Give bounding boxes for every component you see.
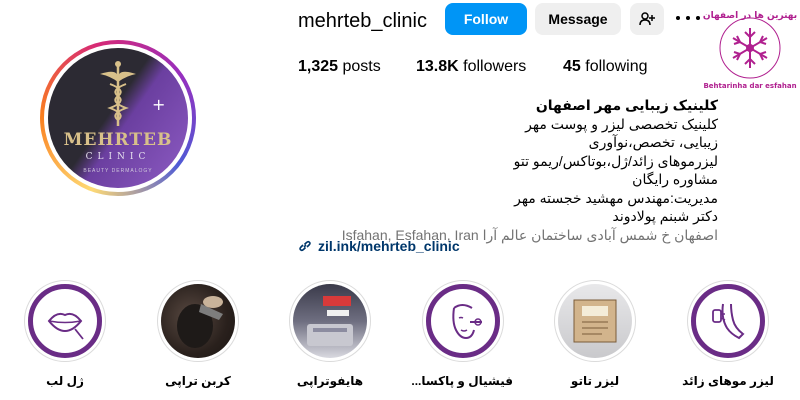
logo-tagline: BEAUTY DERMALOGY [83,168,153,174]
facial-icon [452,304,482,340]
bio-name: کلینیک زیبایی مهر اصفهان [535,97,718,113]
highlight-cover-inner [28,284,102,358]
highlight-laser-tattoo[interactable]: لیزر تاتو [545,280,645,388]
posts-label: posts [342,58,381,75]
followers-stat[interactable]: 13.8K followers [416,58,526,76]
hifu-device-photo-icon [307,296,353,346]
face-mask-photo-icon [177,296,223,348]
bio-line: لیزرموهای زائد/ژل،بوتاکس/ریمو تتو [513,152,718,169]
bio-line: مدیریت:مهندس مهشید خجسته مهر [514,189,718,206]
highlight-lip-gel[interactable]: ژل لب [15,280,115,388]
highlight-label: لیزر تاتو [570,374,620,388]
bio-line: کلینیک تخصصی لیزر و پوست مهر [525,115,718,132]
caduceus-logo-icon: + [100,61,165,126]
profile-picture-frame: + MEHRTEB CLINIC BEAUTY DERMALOGY [44,44,192,192]
highlight-cover-inner [426,284,500,358]
highlight-cover[interactable] [554,280,636,362]
highlight-cover[interactable] [24,280,106,362]
suggested-users-button[interactable] [630,3,664,35]
posts-count: 1,325 [298,58,339,75]
svg-text:+: + [152,95,165,114]
laser-tattoo-photo [558,284,632,358]
add-person-icon [639,12,655,26]
bio-link[interactable]: zil.ink/mehrteb_clinic [298,238,460,254]
bio-line: مشاوره رایگان [632,171,718,187]
profile-bio: کلینیک زیبایی مهر اصفهان کلینیک تخصصی لی… [298,96,718,244]
highlight-carbon-therapy[interactable]: کربن تراپی [148,280,248,388]
profile-picture[interactable]: + MEHRTEB CLINIC BEAUTY DERMALOGY [48,48,188,188]
posts-stat: 1,325 posts [298,58,381,76]
highlight-cover[interactable] [289,280,371,362]
leg-laser-icon [712,303,745,340]
following-label: following [585,58,648,75]
highlight-cover[interactable] [157,280,239,362]
bio-link-text: zil.ink/mehrteb_clinic [318,238,460,254]
highlight-cover[interactable] [422,280,504,362]
highlight-label: کربن تراپی [165,374,231,388]
bio-line: دکتر شبنم پولادوند [612,208,718,224]
hifu-photo [293,284,367,358]
highlight-hair-removal[interactable]: لیزر موهای زائد [678,280,778,388]
bio-line: زیبایی، تخصص،نوآوری [588,134,718,150]
highlight-hifu[interactable]: هایفوتراپی [280,280,380,388]
following-stat[interactable]: 45 following [563,58,648,76]
badge-bottom-text: Behtarinha dar esfahan [703,82,796,90]
highlight-cover-inner [691,284,765,358]
message-button[interactable]: Message [535,3,621,35]
logo-wordmark: MEHRTEB [63,130,173,150]
bio-address: اصفهان خ شمس آبادی ساختمان عالم آرا [482,226,718,243]
logo-subtitle: CLINIC [85,152,151,162]
highlight-label: فیشیال و پاکسا... [411,374,513,388]
link-icon [299,240,311,252]
highlight-cover[interactable] [687,280,769,362]
followers-count: 13.8K [416,58,459,75]
highlight-label: لیزر موهای زائد [682,374,774,388]
highlight-label: هایفوتراپی [296,374,364,388]
carbon-therapy-photo [161,284,235,358]
profile-username: mehrteb_clinic [298,10,427,32]
followers-label: followers [463,58,527,75]
more-options-icon[interactable] [676,8,700,28]
profile-picture-ring[interactable]: + MEHRTEB CLINIC BEAUTY DERMALOGY [40,40,196,196]
follow-button[interactable]: Follow [445,3,527,35]
highlight-facial[interactable]: فیشیال و پاکسا... [411,280,513,388]
lips-icon [47,312,84,340]
watermark-badge: بهترین ها در اصفهان Behtarinha dar esfah… [703,4,797,92]
badge-top-text: بهترین ها در اصفهان [703,11,797,21]
laser-box-photo-icon [573,299,617,343]
highlight-label: ژل لب [46,374,84,388]
following-count: 45 [563,58,581,75]
snowflake-badge-icon: بهترین ها در اصفهان Behtarinha dar esfah… [703,11,797,90]
